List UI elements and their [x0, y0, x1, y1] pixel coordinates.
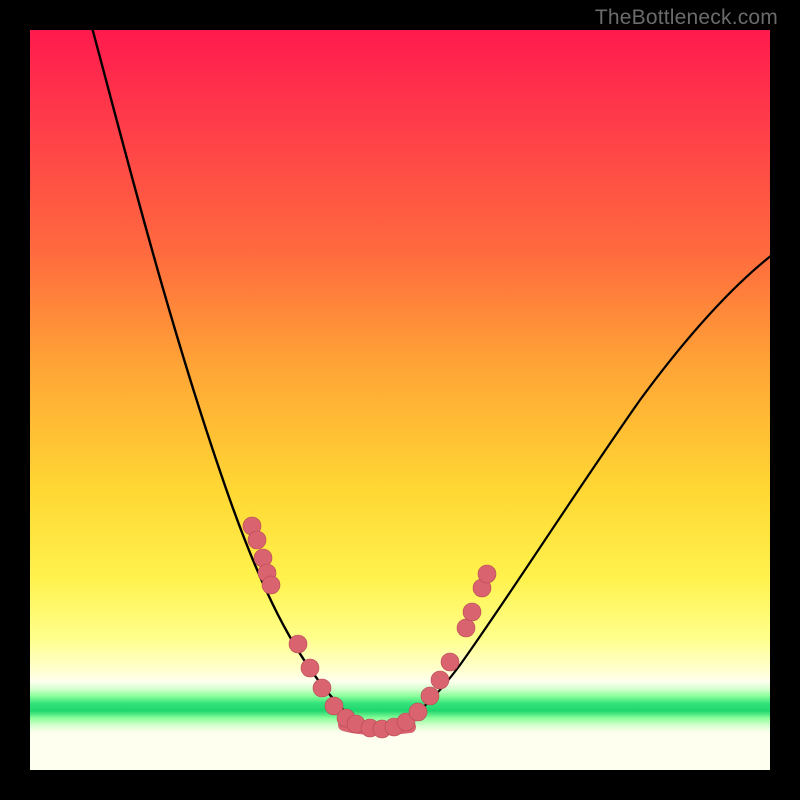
marker-dot [409, 703, 427, 721]
marker-dot [248, 531, 266, 549]
marker-group [243, 517, 496, 738]
marker-dot [421, 687, 439, 705]
marker-dot [301, 659, 319, 677]
marker-dot [289, 635, 307, 653]
marker-dot [478, 565, 496, 583]
marker-dot [441, 653, 459, 671]
curve-left-branch [90, 20, 366, 727]
marker-dot [313, 679, 331, 697]
chart-svg [30, 30, 770, 770]
chart-frame: TheBottleneck.com [0, 0, 800, 800]
marker-dot [262, 576, 280, 594]
marker-dot [463, 603, 481, 621]
marker-dot [457, 619, 475, 637]
marker-dot [431, 671, 449, 689]
watermark-text: TheBottleneck.com [595, 6, 778, 30]
